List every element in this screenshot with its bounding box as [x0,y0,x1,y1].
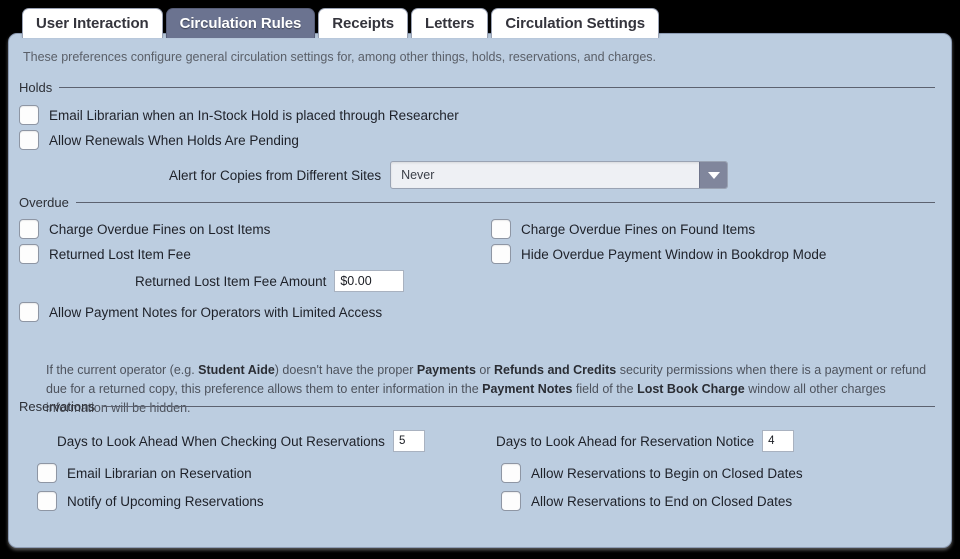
checkbox-label-allow-payment-notes: Allow Payment Notes for Operators with L… [49,304,383,320]
checkbox-row-charge-fines-found-items[interactable]: Charge Overdue Fines on Found Items [491,219,755,239]
chevron-down-icon [707,171,720,179]
desc-part-1: If the current operator (e.g. [46,363,199,377]
desc-part-3: or [475,363,494,377]
panel-intro-text: These preferences configure general circ… [23,50,656,64]
checkbox-row-allow-renewals-holds-pending[interactable]: Allow Renewals When Holds Are Pending [19,130,299,150]
label-days-ahead-notice: Days to Look Ahead for Reservation Notic… [496,433,755,449]
section-label-overdue: Overdue [19,195,69,210]
checkbox-label-allow-reservations-begin-closed: Allow Reservations to Begin on Closed Da… [531,465,803,481]
checkbox-label-hide-overdue-payment-window: Hide Overdue Payment Window in Bookdrop … [521,246,827,262]
app-root: User Interaction Circulation Rules Recei… [0,0,960,559]
tab-receipts[interactable]: Receipts [318,8,408,38]
input-returned-lost-item-fee-amount[interactable] [334,270,405,292]
checkbox-allow-renewals-holds-pending[interactable] [19,130,39,150]
label-alert-different-sites: Alert for Copies from Different Sites [169,167,382,183]
desc-bold-lost-book-charge: Lost Book Charge [637,382,745,396]
checkbox-row-email-librarian-in-stock-hold[interactable]: Email Librarian when an In-Stock Hold is… [19,105,459,125]
section-header-overdue: Overdue [19,195,943,210]
desc-bold-payments: Payments [416,363,476,377]
checkbox-allow-reservations-end-closed[interactable] [501,491,521,511]
section-header-holds: Holds [19,80,943,95]
desc-bold-student-aide: Student Aide [198,363,275,377]
checkbox-email-librarian-reservation[interactable] [37,463,57,483]
checkbox-label-email-librarian-in-stock-hold: Email Librarian when an In-Stock Hold is… [49,107,459,123]
circulation-rules-panel: These preferences configure general circ… [8,33,952,548]
tab-user-interaction[interactable]: User Interaction [22,8,163,38]
checkbox-label-email-librarian-reservation: Email Librarian on Reservation [67,465,252,481]
checkbox-label-allow-renewals-holds-pending: Allow Renewals When Holds Are Pending [49,132,299,148]
field-row-alert-different-sites: Alert for Copies from Different Sites Ne… [169,161,729,189]
checkbox-row-notify-upcoming-reservations[interactable]: Notify of Upcoming Reservations [37,491,264,511]
checkbox-label-charge-fines-found-items: Charge Overdue Fines on Found Items [521,221,756,237]
field-row-days-ahead-checkout: Days to Look Ahead When Checking Out Res… [57,430,425,452]
label-days-ahead-checkout: Days to Look Ahead When Checking Out Res… [57,433,385,449]
tab-bar: User Interaction Circulation Rules Recei… [22,2,662,38]
field-row-days-ahead-notice: Days to Look Ahead for Reservation Notic… [496,430,795,452]
section-label-reservations: Reservations [19,399,95,414]
desc-bold-payment-notes: Payment Notes [482,382,573,396]
checkbox-notify-upcoming-reservations[interactable] [37,491,57,511]
section-label-holds: Holds [19,80,53,95]
checkbox-charge-fines-found-items[interactable] [491,219,511,239]
desc-bold-refunds-credits: Refunds and Credits [493,363,617,377]
checkbox-hide-overdue-payment-window[interactable] [491,244,511,264]
checkbox-charge-fines-lost-items[interactable] [19,219,39,239]
checkbox-row-returned-lost-item-fee[interactable]: Returned Lost Item Fee [19,244,191,264]
tab-circulation-settings[interactable]: Circulation Settings [491,8,660,38]
tab-letters[interactable]: Letters [411,8,489,38]
checkbox-row-charge-fines-lost-items[interactable]: Charge Overdue Fines on Lost Items [19,219,270,239]
checkbox-allow-reservations-begin-closed[interactable] [501,463,521,483]
checkbox-label-allow-reservations-end-closed: Allow Reservations to End on Closed Date… [531,493,793,509]
tab-circulation-rules[interactable]: Circulation Rules [165,8,316,38]
label-returned-lost-item-fee-amount: Returned Lost Item Fee Amount [135,273,327,289]
checkbox-label-notify-upcoming-reservations: Notify of Upcoming Reservations [67,493,264,509]
checkbox-email-librarian-in-stock-hold[interactable] [19,105,39,125]
checkbox-row-allow-reservations-end-closed[interactable]: Allow Reservations to End on Closed Date… [501,491,792,511]
checkbox-row-hide-overdue-payment-window[interactable]: Hide Overdue Payment Window in Bookdrop … [491,244,826,264]
field-row-returned-lost-item-fee-amount: Returned Lost Item Fee Amount [135,270,405,292]
checkbox-row-allow-reservations-begin-closed[interactable]: Allow Reservations to Begin on Closed Da… [501,463,803,483]
select-dropdown-button[interactable] [699,162,728,188]
section-divider-overdue [75,202,935,203]
checkbox-label-charge-fines-lost-items: Charge Overdue Fines on Lost Items [49,221,271,237]
input-days-ahead-notice[interactable] [762,430,795,452]
checkbox-row-email-librarian-reservation[interactable]: Email Librarian on Reservation [37,463,252,483]
checkbox-returned-lost-item-fee[interactable] [19,244,39,264]
select-alert-different-sites[interactable]: Never [390,161,729,189]
desc-part-2: ) doesn't have the proper [274,363,417,377]
section-divider-reservations [101,406,935,407]
checkbox-row-allow-payment-notes[interactable]: Allow Payment Notes for Operators with L… [19,302,382,322]
section-header-reservations: Reservations [19,399,943,414]
section-divider-holds [59,87,935,88]
select-value-alert-different-sites: Never [401,168,435,182]
input-days-ahead-checkout[interactable] [392,430,425,452]
checkbox-allow-payment-notes[interactable] [19,302,39,322]
desc-part-5: field of the [572,382,638,396]
checkbox-label-returned-lost-item-fee: Returned Lost Item Fee [49,246,191,262]
